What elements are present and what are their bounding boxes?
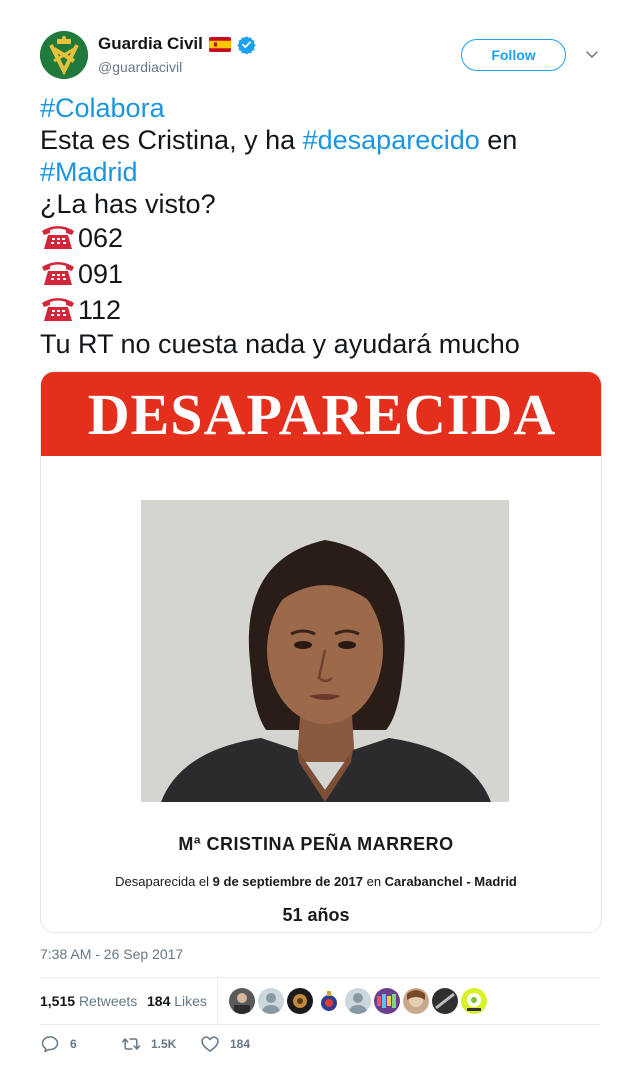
phone-number: 062 <box>78 223 124 253</box>
phone-line: 062 <box>40 220 605 256</box>
missing-date: 9 de septiembre de 2017 <box>212 874 363 889</box>
retweet-button[interactable]: 1.5K <box>121 1034 176 1054</box>
liker-avatar[interactable] <box>287 988 313 1014</box>
guardia-civil-emblem-icon <box>40 31 88 79</box>
reply-count: 6 <box>70 1037 77 1051</box>
tweet-actions: 6 1.5K 184 <box>40 1034 600 1058</box>
likes-label: Likes <box>174 993 207 1009</box>
hashtag-desaparecido-link[interactable]: #desaparecido <box>303 125 480 155</box>
liker-avatar[interactable] <box>229 988 255 1014</box>
hashtag-madrid-link[interactable]: #Madrid <box>40 157 138 187</box>
display-name[interactable]: Guardia Civil <box>98 34 203 54</box>
phone-line: 091 <box>40 256 605 292</box>
verified-badge-icon <box>237 35 256 55</box>
tweet-header: Guardia Civil @guardiacivil Follow <box>40 31 600 81</box>
liker-avatar[interactable] <box>374 988 400 1014</box>
retweets-stat[interactable]: 1,515 Retweets <box>40 993 137 1009</box>
retweets-count: 1,515 <box>40 993 76 1009</box>
tweet-text-segment: ¿La has visto? <box>40 189 216 219</box>
liker-avatars <box>229 988 487 1014</box>
phone-number: 091 <box>78 259 124 289</box>
phone-line: 112 <box>40 292 605 328</box>
like-count: 184 <box>230 1037 251 1051</box>
follow-button[interactable]: Follow <box>461 39 566 71</box>
tweet-text-segment: Tu RT no cuesta nada y ayudará mucho <box>40 329 520 359</box>
missing-person-age: 51 años <box>282 905 350 925</box>
missing-middle: en <box>362 874 385 889</box>
tweet-text: #Colabora Esta es Cristina, y ha #desapa… <box>40 92 605 360</box>
likes-stat[interactable]: 184 Likes <box>147 993 207 1009</box>
spain-flag-icon <box>208 36 231 52</box>
missing-details: Desaparecida el 9 de septiembre de 2017 … <box>41 874 591 889</box>
reply-button[interactable]: 6 <box>40 1034 77 1054</box>
tweet-text-segment: Esta es Cristina, y ha <box>40 125 303 155</box>
stats-divider <box>217 978 218 1024</box>
liker-avatar[interactable] <box>345 988 371 1014</box>
chevron-down-icon[interactable] <box>585 47 599 61</box>
missing-person-name: Mª CRISTINA PEÑA MARRERO <box>178 834 454 854</box>
missing-place: Carabanchel - Madrid <box>384 874 517 889</box>
tweet-line: Tu RT no cuesta nada y ayudará mucho <box>40 328 605 360</box>
author-handle[interactable]: @guardiacivil <box>98 59 182 75</box>
liker-avatar[interactable] <box>258 988 284 1014</box>
retweet-icon <box>121 1038 141 1050</box>
poster-banner-text: DESAPARECIDA <box>87 381 557 447</box>
tweet-media-image[interactable]: DESAPARECIDA Mª CRISTINA PEÑA MARRERO De… <box>40 371 602 933</box>
telephone-icon <box>40 257 76 287</box>
retweet-count: 1.5K <box>151 1037 177 1051</box>
hashtag-colabora-link[interactable]: #Colabora <box>40 93 165 123</box>
liker-avatar[interactable] <box>432 988 458 1014</box>
missing-person-photo <box>141 500 509 802</box>
telephone-icon <box>40 221 76 251</box>
tweet-line: #Colabora <box>40 92 605 124</box>
tweet-text-segment: en <box>479 125 518 155</box>
poster-banner: DESAPARECIDA <box>41 372 601 456</box>
telephone-icon <box>40 293 76 323</box>
heart-icon <box>201 1036 219 1052</box>
likes-count: 184 <box>147 993 171 1009</box>
portrait-image <box>141 500 509 802</box>
missing-prefix: Desaparecida el <box>115 874 213 889</box>
liker-avatar[interactable] <box>461 988 487 1014</box>
author-avatar[interactable] <box>40 31 88 79</box>
liker-avatar[interactable] <box>316 988 342 1014</box>
tweet-line: #Madrid <box>40 156 605 188</box>
tweet-stats: 1,515 Retweets 184 Likes <box>40 977 600 1025</box>
phone-number: 112 <box>78 295 122 325</box>
retweets-label: Retweets <box>78 993 138 1009</box>
name-row: Guardia Civil <box>98 34 256 55</box>
liker-avatar[interactable] <box>403 988 429 1014</box>
tweet-line: Esta es Cristina, y ha #desaparecido en <box>40 124 605 156</box>
tweet-timestamp[interactable]: 7:38 AM - 26 Sep 2017 <box>40 946 183 962</box>
like-button[interactable]: 184 <box>200 1034 250 1054</box>
tweet-line: ¿La has visto? <box>40 188 605 220</box>
reply-icon <box>41 1036 59 1053</box>
